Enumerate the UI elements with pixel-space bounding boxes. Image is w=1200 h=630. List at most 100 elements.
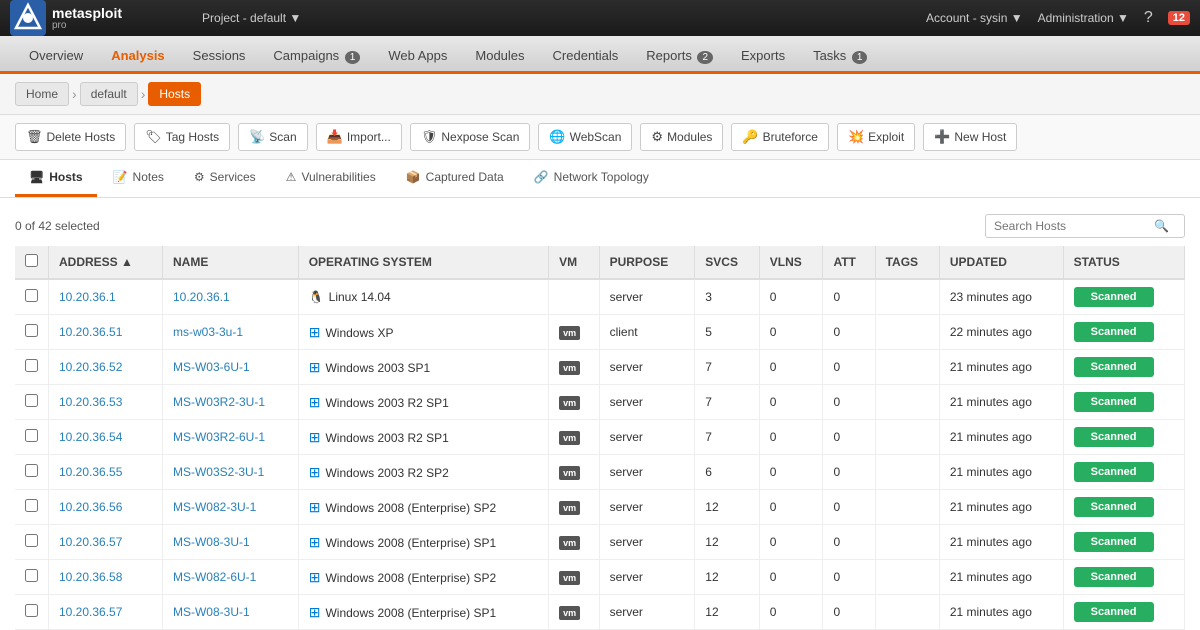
administration-selector[interactable]: Administration ▼ bbox=[1038, 11, 1129, 25]
status-button[interactable]: Scanned bbox=[1074, 427, 1154, 447]
row-checkbox[interactable] bbox=[25, 429, 38, 442]
col-tags[interactable]: TAGS bbox=[875, 246, 939, 279]
col-status[interactable]: STATUS bbox=[1063, 246, 1184, 279]
exploit-button[interactable]: 💥 Exploit bbox=[837, 123, 915, 151]
cell-name[interactable]: MS-W03R2-3U-1 bbox=[162, 385, 298, 420]
col-os[interactable]: OPERATING SYSTEM bbox=[298, 246, 548, 279]
row-checkbox[interactable] bbox=[25, 359, 38, 372]
nav-credentials[interactable]: Credentials bbox=[539, 40, 633, 71]
cell-name[interactable]: ms-w03-3u-1 bbox=[162, 315, 298, 350]
nav-overview[interactable]: Overview bbox=[15, 40, 97, 71]
new-host-button[interactable]: ➕ New Host bbox=[923, 123, 1017, 151]
cell-vm bbox=[549, 279, 599, 315]
scan-button[interactable]: 📡 Scan bbox=[238, 123, 308, 151]
notification-badge[interactable]: 12 bbox=[1168, 11, 1190, 25]
import-button[interactable]: 📥 Import... bbox=[316, 123, 402, 151]
tab-network-topology[interactable]: 🔗 Network Topology bbox=[520, 160, 663, 197]
status-button[interactable]: Scanned bbox=[1074, 322, 1154, 342]
os-icon: ⊞ bbox=[309, 394, 321, 410]
search-box[interactable]: 🔍 bbox=[985, 214, 1185, 238]
row-checkbox[interactable] bbox=[25, 324, 38, 337]
project-selector[interactable]: Project - default ▼ bbox=[202, 11, 301, 25]
col-name[interactable]: NAME bbox=[162, 246, 298, 279]
status-button[interactable]: Scanned bbox=[1074, 567, 1154, 587]
row-checkbox[interactable] bbox=[25, 394, 38, 407]
col-updated[interactable]: UPDATED bbox=[939, 246, 1063, 279]
cell-name[interactable]: MS-W03S2-3U-1 bbox=[162, 455, 298, 490]
tab-services[interactable]: ⚙ Services bbox=[180, 160, 270, 197]
status-button[interactable]: Scanned bbox=[1074, 462, 1154, 482]
cell-name[interactable]: MS-W08-3U-1 bbox=[162, 525, 298, 560]
nexpose-scan-button[interactable]: 🛡 Nexpose Scan bbox=[410, 123, 531, 151]
col-att[interactable]: ATT bbox=[823, 246, 875, 279]
status-button[interactable]: Scanned bbox=[1074, 497, 1154, 517]
row-checkbox[interactable] bbox=[25, 464, 38, 477]
nav-exports[interactable]: Exports bbox=[727, 40, 799, 71]
tab-notes[interactable]: 📝 Notes bbox=[99, 160, 178, 197]
breadcrumb-hosts[interactable]: Hosts bbox=[148, 82, 201, 106]
cell-name[interactable]: 10.20.36.1 bbox=[162, 279, 298, 315]
modules-label: Modules bbox=[667, 130, 712, 144]
row-checkbox[interactable] bbox=[25, 534, 38, 547]
delete-hosts-button[interactable]: 🗑 Delete Hosts bbox=[15, 123, 126, 151]
nav-modules[interactable]: Modules bbox=[461, 40, 538, 71]
status-button[interactable]: Scanned bbox=[1074, 357, 1154, 377]
cell-address[interactable]: 10.20.36.53 bbox=[49, 385, 163, 420]
tag-hosts-button[interactable]: 🏷 Tag Hosts bbox=[134, 123, 230, 151]
cell-address[interactable]: 10.20.36.57 bbox=[49, 525, 163, 560]
search-input[interactable] bbox=[994, 219, 1154, 233]
cell-address[interactable]: 10.20.36.58 bbox=[49, 560, 163, 595]
select-all-header[interactable] bbox=[15, 246, 49, 279]
row-checkbox[interactable] bbox=[25, 604, 38, 617]
nav-sessions[interactable]: Sessions bbox=[179, 40, 260, 71]
cell-address[interactable]: 10.20.36.55 bbox=[49, 455, 163, 490]
row-checkbox[interactable] bbox=[25, 499, 38, 512]
cell-tags bbox=[875, 385, 939, 420]
tab-captured-data[interactable]: 📦 Captured Data bbox=[392, 160, 518, 197]
nav-tasks[interactable]: Tasks 1 bbox=[799, 40, 881, 71]
row-checkbox[interactable] bbox=[25, 289, 38, 302]
nav-webapps[interactable]: Web Apps bbox=[374, 40, 461, 71]
col-vm[interactable]: VM bbox=[549, 246, 599, 279]
col-address[interactable]: ADDRESS ▲ bbox=[49, 246, 163, 279]
cell-name[interactable]: MS-W03-6U-1 bbox=[162, 350, 298, 385]
row-checkbox[interactable] bbox=[25, 569, 38, 582]
cell-name[interactable]: MS-W082-6U-1 bbox=[162, 560, 298, 595]
cell-address[interactable]: 10.20.36.54 bbox=[49, 420, 163, 455]
nav-analysis[interactable]: Analysis bbox=[97, 40, 178, 71]
bruteforce-button[interactable]: 🔑 Bruteforce bbox=[731, 123, 829, 151]
breadcrumb-default[interactable]: default bbox=[80, 82, 138, 106]
help-icon[interactable]: ? bbox=[1144, 9, 1153, 27]
cell-address[interactable]: 10.20.36.52 bbox=[49, 350, 163, 385]
campaigns-badge: 1 bbox=[345, 51, 361, 64]
nav-reports[interactable]: Reports 2 bbox=[632, 40, 727, 71]
webscan-button[interactable]: 🌐 WebScan bbox=[538, 123, 632, 151]
modules-button[interactable]: ⚙ Modules bbox=[640, 123, 723, 151]
cell-os: 🐧Linux 14.04 bbox=[298, 279, 548, 315]
status-button[interactable]: Scanned bbox=[1074, 532, 1154, 552]
cell-svcs: 5 bbox=[695, 315, 759, 350]
cell-address[interactable]: 10.20.36.1 bbox=[49, 279, 163, 315]
col-vlns[interactable]: VLNS bbox=[759, 246, 823, 279]
cell-address[interactable]: 10.20.36.56 bbox=[49, 490, 163, 525]
cell-name[interactable]: MS-W08-3U-1 bbox=[162, 595, 298, 630]
cell-name[interactable]: MS-W082-3U-1 bbox=[162, 490, 298, 525]
tab-vulnerabilities[interactable]: ⚠ Vulnerabilities bbox=[272, 160, 390, 197]
tab-hosts[interactable]: 🖥 Hosts bbox=[15, 160, 97, 197]
cell-os: ⊞Windows 2003 R2 SP1 bbox=[298, 420, 548, 455]
cell-name[interactable]: MS-W03R2-6U-1 bbox=[162, 420, 298, 455]
nav-campaigns[interactable]: Campaigns 1 bbox=[259, 40, 374, 71]
cell-address[interactable]: 10.20.36.57 bbox=[49, 595, 163, 630]
status-button[interactable]: Scanned bbox=[1074, 602, 1154, 622]
account-selector[interactable]: Account - sysin ▼ bbox=[926, 11, 1023, 25]
cell-vlns: 0 bbox=[759, 420, 823, 455]
select-all-checkbox[interactable] bbox=[25, 254, 38, 267]
col-svcs[interactable]: SVCS bbox=[695, 246, 759, 279]
breadcrumb-home[interactable]: Home bbox=[15, 82, 69, 106]
notes-tab-icon: 📝 bbox=[113, 170, 128, 184]
status-button[interactable]: Scanned bbox=[1074, 392, 1154, 412]
cell-address[interactable]: 10.20.36.51 bbox=[49, 315, 163, 350]
col-purpose[interactable]: PURPOSE bbox=[599, 246, 695, 279]
cell-updated: 22 minutes ago bbox=[939, 315, 1063, 350]
status-button[interactable]: Scanned bbox=[1074, 287, 1154, 307]
